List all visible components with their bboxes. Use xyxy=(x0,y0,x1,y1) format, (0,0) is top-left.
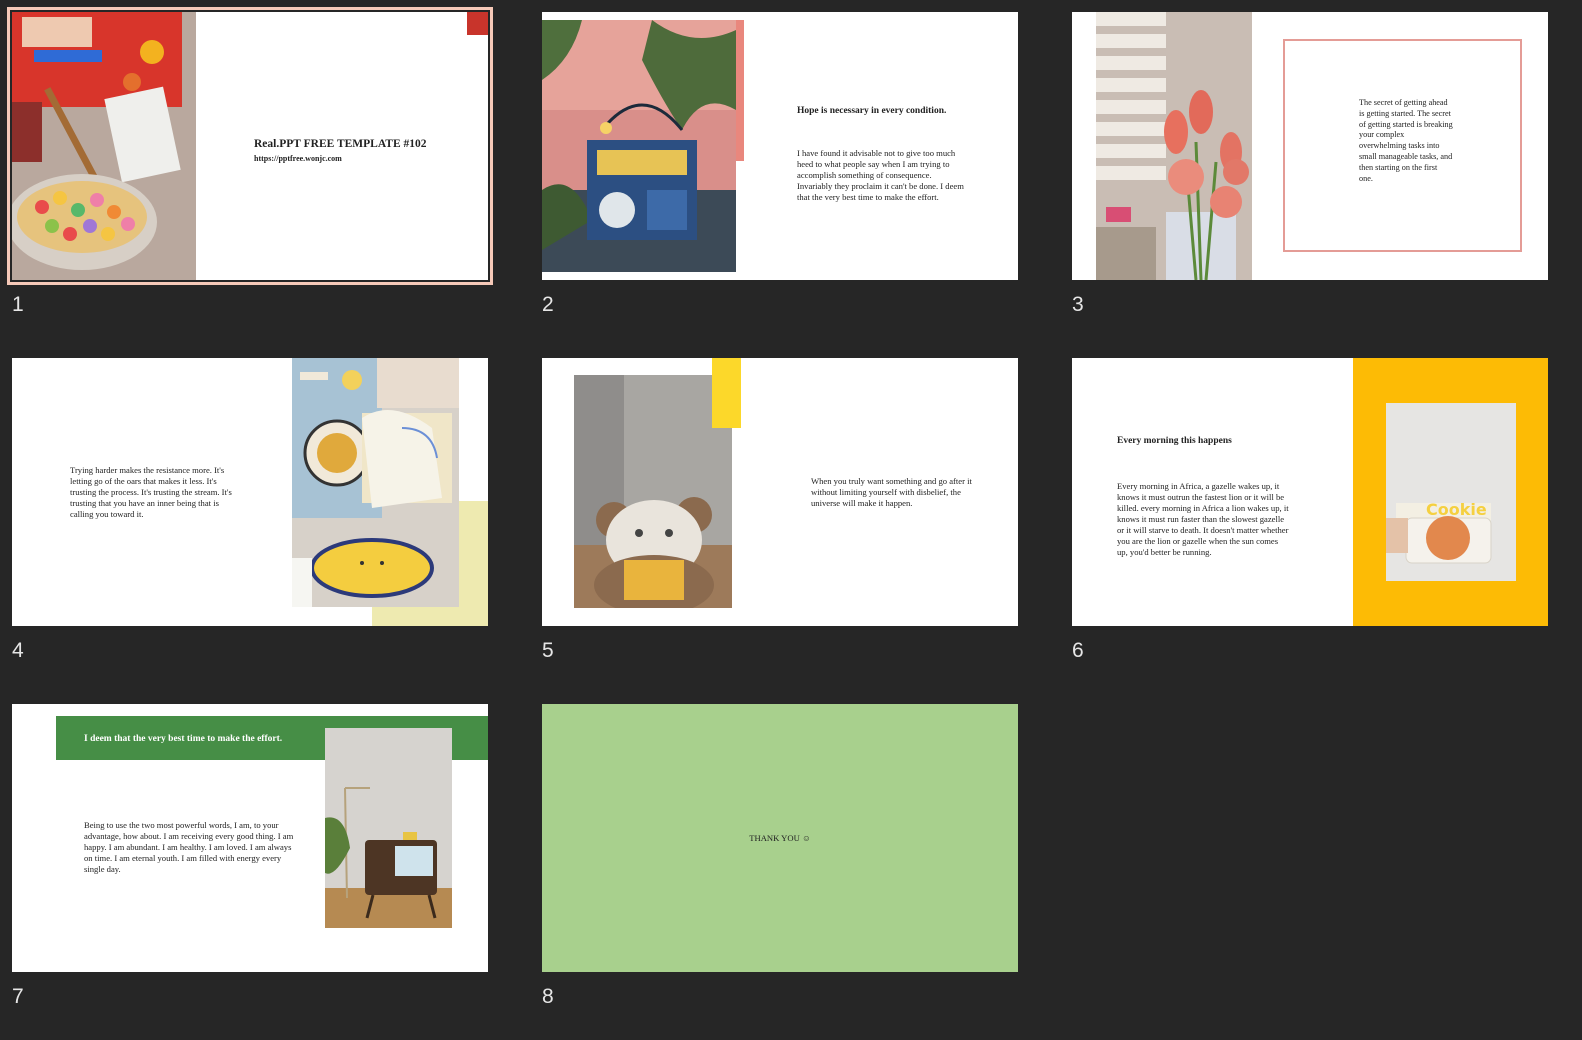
banner-text: I deem that the very best time to make t… xyxy=(84,734,283,744)
slide-number: 7 xyxy=(12,985,24,1008)
slide-heading: Hope is necessary in every condition. xyxy=(797,106,947,116)
cookie-label: Cookie xyxy=(1426,500,1487,519)
slide-number: 3 xyxy=(1072,293,1084,316)
retro-tv-photo xyxy=(325,728,452,928)
slide-thumbnail-1[interactable]: Real.PPT FREE TEMPLATE #102 https://pptf… xyxy=(7,7,493,285)
slide-number: 8 xyxy=(542,985,554,1008)
clock-sign-photo xyxy=(542,20,736,272)
thank-you-text: THANK YOU ☺ xyxy=(749,833,811,843)
cookie-box-photo: Cookie xyxy=(1386,403,1516,581)
slide-thumbnail-7[interactable]: I deem that the very best time to make t… xyxy=(12,704,488,972)
slide-thumbnail-6[interactable]: Cookie Every morning this happens Every … xyxy=(1072,358,1548,626)
slide-number: 1 xyxy=(12,293,24,316)
yellow-accent xyxy=(712,358,741,428)
slide-heading: Every morning this happens xyxy=(1117,436,1232,446)
tulips-photo xyxy=(1096,12,1252,280)
slide-body: Every morning in Africa, a gazelle wakes… xyxy=(1117,481,1289,557)
slide-title: Real.PPT FREE TEMPLATE #102 xyxy=(254,138,427,150)
corner-accent xyxy=(467,12,488,35)
teddy-bear-photo xyxy=(574,375,732,608)
slide-number: 6 xyxy=(1072,639,1084,662)
slide-number: 5 xyxy=(542,639,554,662)
slide-body: I have found it advisable not to give to… xyxy=(797,148,964,202)
slide-body: When you truly want something and go aft… xyxy=(811,476,972,508)
slide-thumbnail-5[interactable]: When you truly want something and go aft… xyxy=(542,358,1018,626)
cereal-photo xyxy=(12,12,196,280)
slide-number: 4 xyxy=(12,639,24,662)
slide-thumbnail-3[interactable]: The secret of getting ahead is getting s… xyxy=(1072,12,1548,280)
laundry-room-photo xyxy=(292,358,459,607)
slide-body: The secret of getting ahead is getting s… xyxy=(1359,98,1453,183)
slide-body: Trying harder makes the resistance more.… xyxy=(70,465,232,519)
slide-url: https://pptfree.wonjc.com xyxy=(254,154,342,163)
slide-thumbnail-8[interactable]: THANK YOU ☺ xyxy=(542,704,1018,972)
slide-thumbnail-4[interactable]: Trying harder makes the resistance more.… xyxy=(12,358,488,626)
slide-thumbnail-2[interactable]: Hope is necessary in every condition. I … xyxy=(542,12,1018,280)
slide-number: 2 xyxy=(542,293,554,316)
slide-body: Being to use the two most powerful words… xyxy=(84,820,294,874)
